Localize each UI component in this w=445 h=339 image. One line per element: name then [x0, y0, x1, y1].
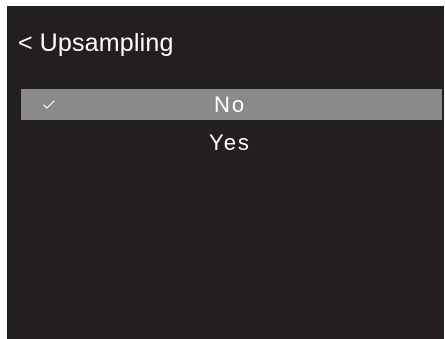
- option-no[interactable]: No: [21, 89, 442, 120]
- option-yes-label: Yes: [209, 130, 251, 155]
- option-list: No Yes: [21, 89, 442, 165]
- page-title: Upsampling: [39, 29, 174, 57]
- back-navigation[interactable]: < Upsampling: [7, 25, 174, 61]
- back-chevron-icon[interactable]: <: [18, 25, 33, 61]
- option-no-label: No: [213, 92, 247, 117]
- option-yes[interactable]: Yes: [21, 127, 442, 158]
- checkmark-icon: [43, 89, 55, 120]
- upsampling-screen: < Upsampling No Yes: [7, 6, 444, 339]
